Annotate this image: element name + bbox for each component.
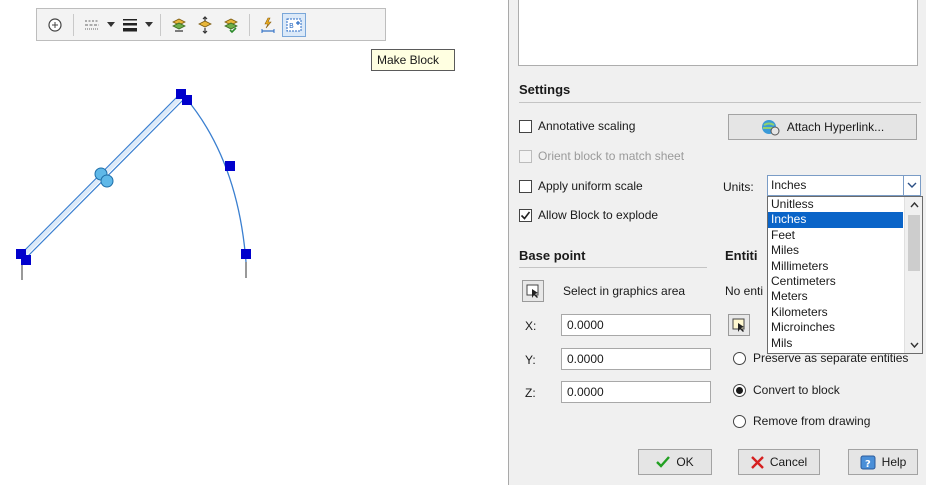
help-icon: ? [860,455,876,470]
x-label: X: [525,319,537,333]
units-options: Unitless Inches Feet Miles Millimeters Centim… [768,197,922,351]
sketch-canvas[interactable] [0,0,508,485]
uniform-scale-checkbox[interactable]: Apply uniform scale [519,179,643,193]
remove-radio[interactable]: Remove from drawing [733,414,870,428]
grip-handle[interactable] [182,95,192,105]
units-list-scrollbar[interactable] [904,197,922,353]
y-label: Y: [525,353,536,367]
drawing-area[interactable]: B Make Block [0,0,508,485]
base-point-title: Base point [519,248,586,263]
select-entities-icon [732,318,745,332]
grip-handle[interactable] [21,255,31,265]
scroll-up-icon[interactable] [905,197,922,213]
select-entities-button[interactable] [728,314,750,336]
y-field[interactable]: 0.0000 [561,348,711,370]
uniform-scale-box[interactable] [519,179,532,193]
description-box[interactable] [518,0,918,66]
attach-hyperlink-button[interactable]: Attach Hyperlink... [728,114,917,140]
make-block-dialog: Settings Annotative scaling Attach Hyper… [508,0,926,485]
settings-divider [519,102,921,103]
annotative-scaling-checkbox[interactable]: Annotative scaling [519,119,635,133]
orient-block-box[interactable] [519,149,532,163]
orient-block-label: Orient block to match sheet [538,149,685,163]
convert-radio-circle[interactable] [733,383,746,397]
units-option[interactable]: Microinches [768,320,903,335]
units-option[interactable]: Unitless [768,197,903,212]
units-select[interactable]: Inches [767,175,921,196]
allow-explode-label: Allow Block to explode [538,208,659,222]
orient-block-checkbox[interactable]: Orient block to match sheet [519,149,684,163]
hyperlink-globe-icon [761,120,780,136]
allow-explode-checkbox[interactable]: Allow Block to explode [519,208,658,222]
units-select-value: Inches [771,178,807,192]
convert-radio[interactable]: Convert to block [733,383,840,397]
cancel-x-icon [750,455,764,469]
base-point-divider [519,267,707,268]
annotative-scaling-label: Annotative scaling [538,119,636,133]
chevron-down-icon [907,182,917,188]
ok-button[interactable]: OK [638,449,712,475]
annotative-scaling-box[interactable] [519,119,532,133]
units-option[interactable]: Centimeters [768,274,903,289]
units-dropdown-arrow[interactable] [903,176,920,195]
pick-point-button[interactable] [522,280,544,302]
settings-title: Settings [519,82,571,97]
radio-selected-dot [736,386,743,394]
z-field[interactable]: 0.0000 [561,381,711,403]
cancel-button[interactable]: Cancel [738,449,820,475]
scroll-thumb[interactable] [908,215,920,271]
uniform-scale-label: Apply uniform scale [538,179,643,193]
grip-handle[interactable] [225,161,235,171]
units-option[interactable]: Meters [768,289,903,304]
allow-explode-box[interactable] [519,208,532,222]
units-option[interactable]: Miles [768,243,903,258]
ok-check-icon [656,456,671,468]
convert-label: Convert to block [753,383,840,397]
preserve-radio-circle[interactable] [733,351,746,365]
attach-hyperlink-label: Attach Hyperlink... [786,120,885,134]
cancel-label: Cancel [769,455,808,469]
select-in-graphics-label: Select in graphics area [563,284,686,298]
units-option[interactable]: Feet [768,228,903,243]
z-label: Z: [525,386,536,400]
checkmark-icon [520,211,531,220]
pick-point-icon [526,284,539,298]
entities-title: Entiti [725,248,758,263]
ok-label: OK [676,455,694,469]
selected-arc[interactable] [184,96,247,263]
remove-radio-circle[interactable] [733,414,746,428]
x-field[interactable]: 0.0000 [561,314,711,336]
help-label: Help [881,455,907,469]
units-option[interactable]: Inches [768,212,903,228]
grip-handle[interactable] [241,249,251,259]
entities-status: No enti [725,284,764,298]
units-dropdown-list[interactable]: Unitless Inches Feet Miles Millimeters Centim… [767,196,923,354]
units-option[interactable]: Millimeters [768,259,903,274]
units-label: Units: [723,180,754,194]
remove-label: Remove from drawing [753,414,871,428]
units-option[interactable]: Mils [768,336,903,351]
units-option[interactable]: Kilometers [768,305,903,320]
scroll-down-icon[interactable] [905,337,922,353]
svg-text:?: ? [865,459,871,470]
help-button[interactable]: ? Help [848,449,918,475]
